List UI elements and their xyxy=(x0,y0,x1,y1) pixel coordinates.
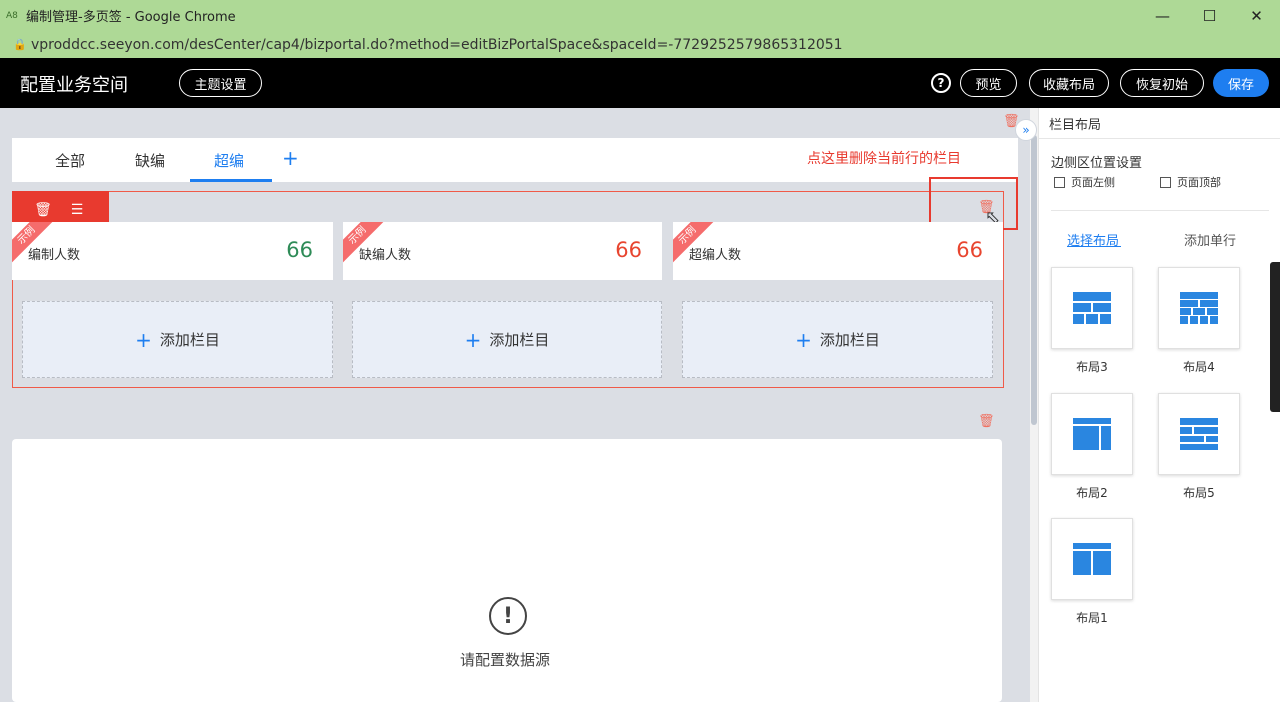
collapse-panel-icon[interactable]: » xyxy=(1015,119,1037,141)
theme-settings-button[interactable]: 主题设置 xyxy=(179,69,262,97)
close-icon[interactable]: ✕ xyxy=(1233,0,1280,31)
maximize-icon[interactable]: ☐ xyxy=(1186,0,1233,31)
save-button[interactable]: 保存 xyxy=(1213,69,1269,97)
help-icon[interactable]: ? xyxy=(931,73,951,93)
layout-label: 布局1 xyxy=(1076,611,1108,625)
card-value: 66 xyxy=(615,238,642,262)
stat-card[interactable]: 示例 超编人数 66 xyxy=(673,222,1003,280)
plus-icon: + xyxy=(795,327,812,352)
add-tab-button[interactable]: + xyxy=(282,146,299,170)
active-tab-indicator xyxy=(190,179,272,182)
add-column-button[interactable]: + 添加栏目 xyxy=(22,301,333,378)
app-header: 配置业务空间 主题设置 ? 预览 收藏布局 恢复初始 保存 xyxy=(0,58,1280,108)
delete-row-icon[interactable]: 🗑 xyxy=(978,414,995,429)
layout-5-option[interactable] xyxy=(1158,393,1240,475)
layout-1-option[interactable] xyxy=(1051,518,1133,600)
active-tab-indicator xyxy=(1067,246,1121,247)
plus-icon: + xyxy=(464,327,482,352)
stat-card[interactable]: 示例 编制人数 66 xyxy=(12,222,333,280)
warning-icon: ! xyxy=(489,597,527,635)
layout-4-thumbnail-icon xyxy=(1180,292,1218,324)
page-top-checkbox[interactable]: 页面顶部 xyxy=(1160,174,1221,190)
tab-all[interactable]: 全部 xyxy=(55,150,85,171)
page-left-label: 页面左侧 xyxy=(1071,176,1115,189)
lock-icon: 🔒 xyxy=(13,38,27,51)
layout-1-thumbnail-icon xyxy=(1073,543,1111,575)
tab-add-single-row[interactable]: 添加单行 xyxy=(1184,230,1236,249)
card-label: 缺编人数 xyxy=(359,248,412,263)
stat-card[interactable]: 示例 缺编人数 66 xyxy=(343,222,662,280)
page-left-checkbox[interactable]: 页面左侧 xyxy=(1054,174,1115,190)
plus-icon: + xyxy=(135,327,152,352)
divider xyxy=(1039,138,1280,139)
tab-overstaffed[interactable]: 超编 xyxy=(214,150,244,171)
floating-toolbar[interactable] xyxy=(1270,262,1280,412)
add-column-button[interactable]: + 添加栏目 xyxy=(352,301,662,378)
page-top-label: 页面顶部 xyxy=(1177,176,1221,189)
add-column-label: 添加栏目 xyxy=(819,331,880,349)
add-column-label: 添加栏目 xyxy=(159,331,220,349)
empty-message: 请配置数据源 xyxy=(460,651,551,669)
layout-5-thumbnail-icon xyxy=(1180,418,1218,450)
list-icon[interactable]: ☰ xyxy=(60,202,94,218)
minimize-icon[interactable]: — xyxy=(1139,0,1186,31)
url-text[interactable]: vproddcc.seeyon.com/desCenter/cap4/bizpo… xyxy=(31,37,843,53)
window-controls: — ☐ ✕ xyxy=(1139,0,1280,31)
side-position-label: 边侧区位置设置 xyxy=(1051,156,1143,171)
card-value: 66 xyxy=(286,238,313,262)
preview-button[interactable]: 预览 xyxy=(960,69,1017,97)
delete-row-icon[interactable]: 🗑 xyxy=(26,202,60,218)
empty-data-panel[interactable]: ! 请配置数据源 xyxy=(12,439,1002,702)
page-title: 配置业务空间 xyxy=(20,75,128,96)
layout-3-thumbnail-icon xyxy=(1073,292,1111,324)
layout-label: 布局4 xyxy=(1183,360,1215,374)
card-label: 超编人数 xyxy=(689,248,742,263)
restore-default-button[interactable]: 恢复初始 xyxy=(1120,69,1204,97)
tab-shortage[interactable]: 缺编 xyxy=(135,150,165,171)
add-column-button[interactable]: + 添加栏目 xyxy=(682,301,993,378)
scrollbar-thumb[interactable] xyxy=(1031,135,1037,425)
address-bar: 🔒 vproddcc.seeyon.com/desCenter/cap4/biz… xyxy=(0,31,1280,58)
app-logo-icon: A8 xyxy=(6,10,18,21)
browser-titlebar: A8 编制管理-多页签 - Google Chrome — ☐ ✕ xyxy=(0,0,1280,31)
layout-label: 布局5 xyxy=(1183,486,1215,500)
checkbox-icon xyxy=(1054,176,1065,188)
collect-layout-button[interactable]: 收藏布局 xyxy=(1029,69,1109,97)
delete-hint-annotation: 点这里删除当前行的栏目 xyxy=(807,151,961,167)
add-column-label: 添加栏目 xyxy=(489,331,550,349)
layout-4-option[interactable] xyxy=(1158,267,1240,349)
card-value: 66 xyxy=(956,238,983,262)
layout-3-option[interactable] xyxy=(1051,267,1133,349)
layout-2-option[interactable] xyxy=(1051,393,1133,475)
window-title: 编制管理-多页签 - Google Chrome xyxy=(26,10,236,25)
layout-label: 布局3 xyxy=(1076,360,1108,374)
layout-2-thumbnail-icon xyxy=(1073,418,1111,450)
panel-title: 栏目布局 xyxy=(1049,118,1102,133)
main-canvas: 🗑 全部 缺编 超编 + 点这里删除当前行的栏目 🗑 ☰ 🗑 ⬁ 示例 编制人数… xyxy=(0,108,1030,702)
card-label: 编制人数 xyxy=(28,248,81,263)
checkbox-icon xyxy=(1160,176,1171,188)
layout-label: 布局2 xyxy=(1076,486,1108,500)
divider xyxy=(1051,210,1269,211)
layout-panel: 栏目布局 边侧区位置设置 页面左侧 页面顶部 选择布局 添加单行 布局3 布局4 xyxy=(1038,108,1280,702)
